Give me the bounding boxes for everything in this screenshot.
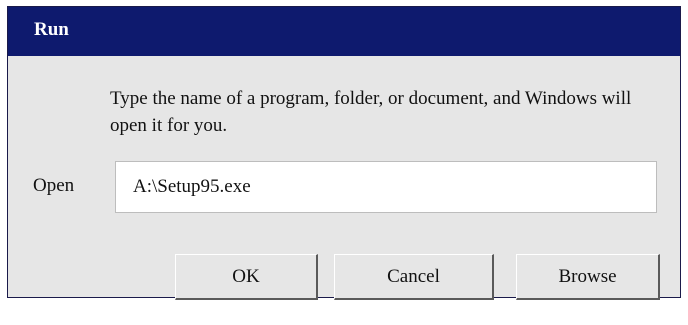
open-label: Open	[33, 175, 75, 196]
window-title: Run	[34, 19, 69, 40]
cancel-button[interactable]: Cancel	[334, 254, 494, 300]
run-dialog: Run Type the name of a program, folder, …	[7, 6, 681, 300]
dialog-description: Type the name of a program, folder, or d…	[110, 88, 632, 136]
browse-button[interactable]: Browse	[516, 254, 660, 300]
open-input[interactable]	[115, 161, 657, 213]
ok-button[interactable]: OK	[175, 254, 318, 300]
title-bar[interactable]: Run	[8, 7, 680, 56]
